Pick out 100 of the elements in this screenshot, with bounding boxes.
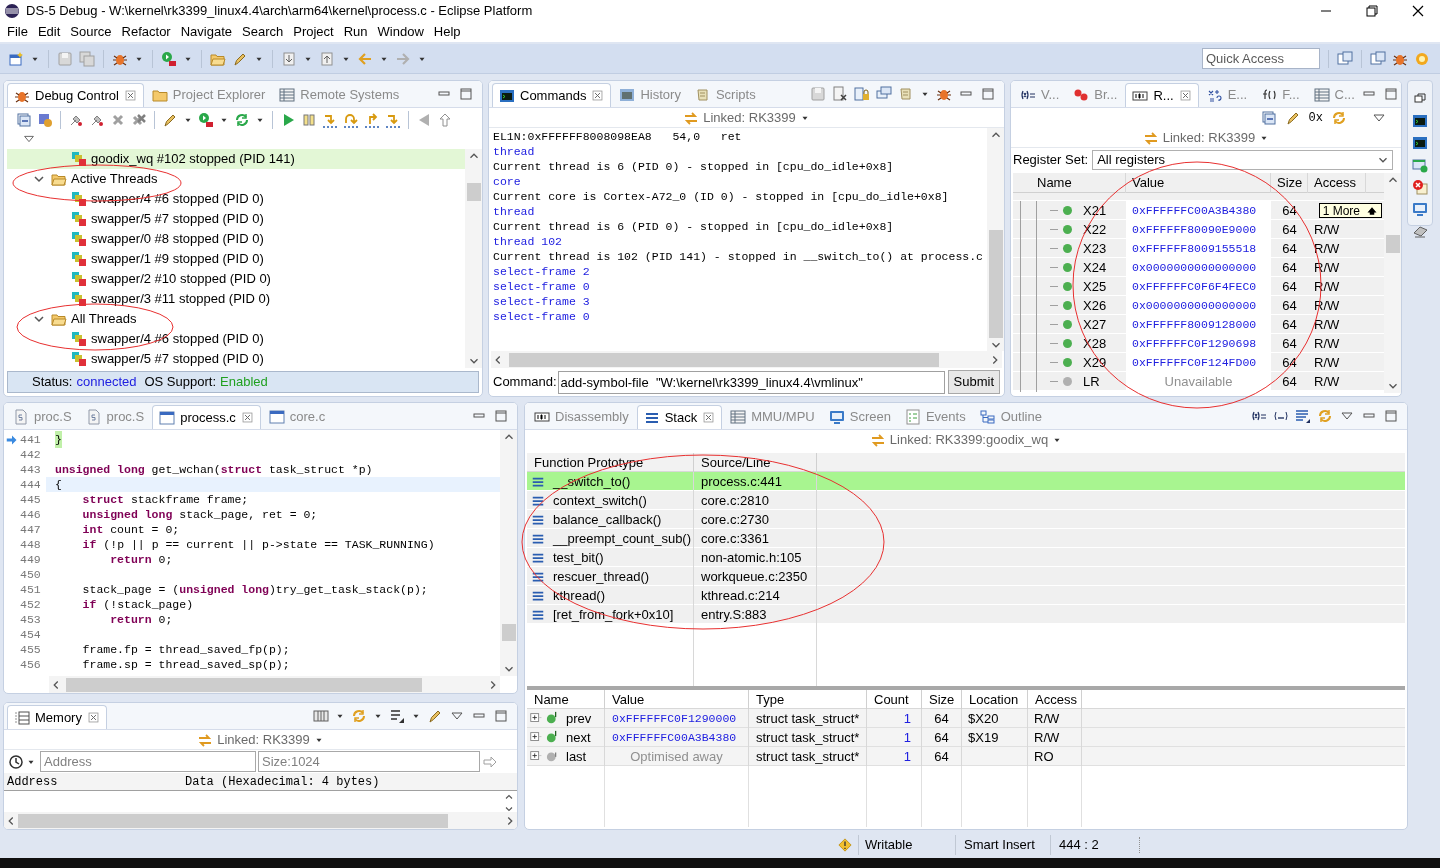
menu-item[interactable]: Project <box>288 22 339 42</box>
tree-item[interactable]: swapper/2 #10 stopped (PID 0) <box>7 269 465 289</box>
column-header[interactable]: Access <box>1308 173 1366 193</box>
register-name: X22 <box>1083 221 1107 239</box>
column-header[interactable]: Value <box>1126 173 1271 193</box>
register-name: X27 <box>1083 316 1107 334</box>
linked-dropdown[interactable]: Linked: RK3399:goodix_wq <box>869 429 1063 450</box>
tree-item[interactable]: goodix_wq #102 stopped (PID 141) <box>7 149 465 169</box>
variable-value: Optimised away <box>605 746 749 766</box>
stack-frame-row[interactable]: context_switch() core.c:2810 <box>527 491 1405 510</box>
output-line: Current thread is 102 (PID 141) - stopped in __switch_to() at process.c <box>493 249 984 264</box>
register-access: R/W <box>1313 354 1341 372</box>
stack-frame-row[interactable]: test_bit() non-atomic.h:105 <box>527 548 1405 567</box>
code-line: frame.fp = thread_saved_fp(p); <box>81 641 290 658</box>
tree-item[interactable]: All Threads <box>7 309 465 329</box>
command-line: thread <box>493 144 536 159</box>
function-name: __preempt_count_sub() <box>553 530 692 548</box>
tab[interactable]: Stack <box>636 405 723 429</box>
menu-item[interactable]: Refactor <box>116 22 176 42</box>
register-value: 0xFFFFFFC00A3B4380 <box>1126 201 1271 221</box>
register-name: X25 <box>1083 278 1107 296</box>
tab[interactable]: process.c <box>152 405 261 429</box>
menu-item[interactable]: Window <box>372 22 429 42</box>
linked-dropdown[interactable]: Linked: RK3399 <box>683 107 810 128</box>
stack-frame-row[interactable]: __preempt_count_sub() core.c:3361 <box>527 529 1405 548</box>
code-line: int count = 0; <box>81 521 180 538</box>
tree-item[interactable]: swapper/4 #6 stopped (PID 0) <box>7 189 465 209</box>
menu-item[interactable]: Help <box>428 22 466 42</box>
line-number: 443 <box>20 461 42 478</box>
tab[interactable]: R... <box>1125 83 1199 107</box>
register-access: R/W <box>1313 278 1341 296</box>
tab[interactable]: Memory <box>7 705 107 729</box>
line-number: 451 <box>20 581 42 598</box>
tab[interactable]: Commands <box>492 83 612 107</box>
submit-button[interactable]: Submit <box>947 370 1000 394</box>
column-header[interactable]: Data (Hexadecimal: 4 bytes) <box>185 772 380 791</box>
tree-item[interactable]: Active Threads <box>7 169 465 189</box>
line-number: 447 <box>20 521 42 538</box>
function-name: context_switch() <box>553 492 647 510</box>
menu-item[interactable]: Run <box>338 22 373 42</box>
register-access: R/W <box>1313 221 1341 239</box>
column-header[interactable]: Address <box>7 772 185 791</box>
register-size: 64 <box>1281 259 1298 277</box>
menu-item[interactable]: Navigate <box>175 22 237 42</box>
function-name: rescuer_thread() <box>553 568 650 586</box>
code-line: unsigned long get_wchan(struct task_struct *p) <box>55 461 373 478</box>
register-size: 64 <box>1281 221 1298 239</box>
register-access: R/W <box>1313 297 1341 315</box>
register-size: 64 <box>1281 316 1298 334</box>
menu-item[interactable]: Source <box>65 22 117 42</box>
register-name: X26 <box>1083 297 1107 315</box>
line-number: 448 <box>20 536 42 553</box>
column-header[interactable]: Size <box>1271 173 1308 193</box>
command-label: Command: <box>493 373 557 392</box>
menu-item[interactable]: Search <box>237 22 289 42</box>
window-title: DS-5 Debug - W:\kernel\rk3399_linux4.4\arch\arm64\kernel\process.c - Eclipse Platform <box>26 2 533 21</box>
code-line: if (!p || p == current || p->state == TASK_RUNNING) <box>81 536 435 553</box>
status-text: Smart Insert <box>964 836 1036 855</box>
status-value: connected <box>76 373 137 392</box>
register-value: 0x0000000000000000 <box>1126 296 1271 316</box>
register-name: LR <box>1083 373 1100 391</box>
command-line: select-frame 0 <box>493 279 591 294</box>
column-header[interactable]: Name <box>1013 173 1126 193</box>
command-line: select-frame 2 <box>493 264 591 279</box>
stack-frame-row[interactable]: balance_callback() core.c:2730 <box>527 510 1405 529</box>
menu-item[interactable]: File <box>2 22 33 42</box>
command-input[interactable]: add-symbol-file "W:\kernel\rk3399_linux4.4\vmlinux" <box>557 370 945 394</box>
status-text: 444 : 2 <box>1059 836 1100 855</box>
linked-dropdown[interactable]: Linked: RK3399 <box>197 729 324 750</box>
register-value: 0xFFFFFF8009155518 <box>1126 239 1271 259</box>
register-size: 64 <box>1281 278 1298 296</box>
tree-item[interactable]: swapper/1 #9 stopped (PID 0) <box>7 249 465 269</box>
output-line: EL1N:0xFFFFFF8008098EA8 54,0 ret <box>493 129 743 144</box>
address-field[interactable]: Address <box>40 751 256 772</box>
hex-toggle[interactable]: 0x <box>1308 109 1323 127</box>
size-field[interactable]: Size:1024 <box>258 751 480 772</box>
tree-item[interactable]: swapper/5 #7 stopped (PID 0) <box>7 209 465 229</box>
line-number: 453 <box>20 611 42 628</box>
stack-frame-row[interactable]: rescuer_thread() workqueue.c:2350 <box>527 567 1405 586</box>
quick-access-field[interactable]: Quick Access <box>1202 48 1320 69</box>
tree-item[interactable]: swapper/0 #8 stopped (PID 0) <box>7 229 465 249</box>
output-line: Current core is Cortex-A72_0 (ID 0) - stopped in [cpu_do_idle+0x8] <box>493 189 950 204</box>
line-number: 456 <box>20 656 42 673</box>
register-name: X28 <box>1083 335 1107 353</box>
line-number: 445 <box>20 491 42 508</box>
status-text: Writable <box>865 836 914 855</box>
variable-type: struct task_struct* <box>749 746 867 766</box>
register-size: 64 <box>1281 335 1298 353</box>
output-line: Current thread is 6 (PID 0) - stopped in [cpu_do_idle+0x8] <box>493 159 895 174</box>
tab[interactable]: Debug Control <box>7 83 144 107</box>
variable-name: next <box>566 728 591 747</box>
linked-dropdown[interactable]: Linked: RK3399 <box>1142 127 1270 148</box>
more-tooltip[interactable]: 1 More <box>1318 203 1382 218</box>
line-number: 452 <box>20 596 42 613</box>
line-number: 450 <box>20 566 42 583</box>
tree-item[interactable]: swapper/5 #7 stopped (PID 0) <box>7 349 465 368</box>
command-line: select-frame 3 <box>493 294 591 309</box>
menu-item[interactable]: Edit <box>32 22 66 42</box>
tree-item[interactable]: swapper/3 #11 stopped (PID 0) <box>7 289 465 309</box>
register-set-dropdown[interactable]: All registers <box>1092 149 1393 170</box>
